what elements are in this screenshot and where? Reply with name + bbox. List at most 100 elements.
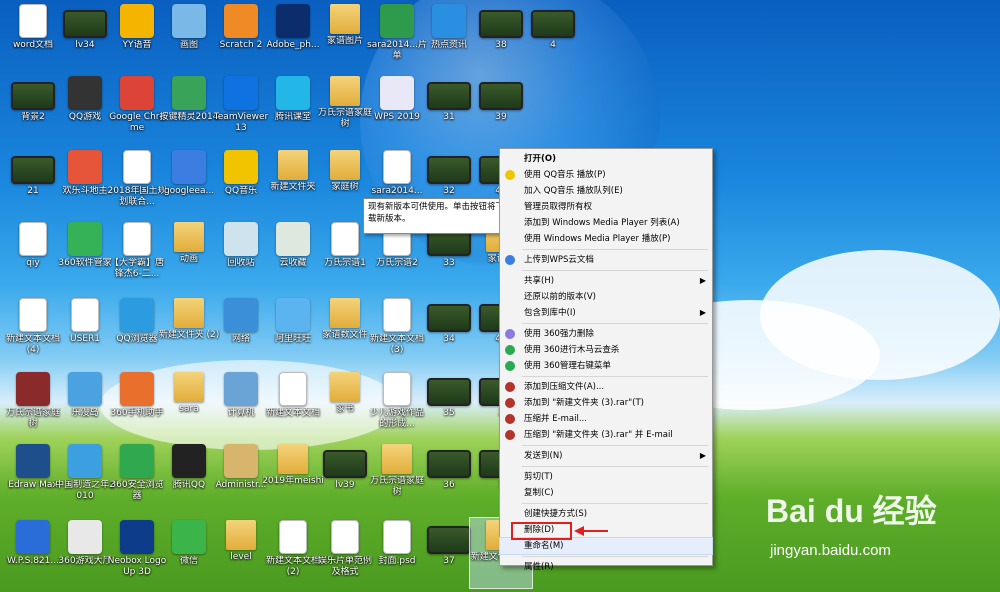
context-menu-item[interactable]: 使用 360强力删除: [500, 326, 712, 342]
menu-item-label: 上传到WPS云文档: [524, 255, 594, 265]
context-menu-item[interactable]: 添加到 Windows Media Player 列表(A): [500, 215, 712, 231]
context-menu-item[interactable]: 包含到库中(I) ▶: [500, 305, 712, 321]
document-icon: [19, 298, 47, 332]
menu-separator: [522, 323, 708, 324]
app-icon: [120, 4, 154, 38]
folder-icon: [330, 150, 360, 180]
folder-icon: [382, 444, 412, 474]
document-icon: [123, 150, 151, 184]
app-icon: [224, 150, 258, 184]
menu-item-label: 属性(R): [524, 562, 554, 572]
context-menu-item[interactable]: 属性(R): [500, 559, 712, 575]
app-icon: [68, 520, 102, 554]
menu-separator: [522, 503, 708, 504]
update-tooltip: 现有新版本可供使用。单击按钮将下载新版本。: [363, 198, 513, 234]
context-menu-item[interactable]: 发送到(N) ▶: [500, 448, 712, 464]
document-icon: [383, 150, 411, 184]
menu-item-label: 打开(O): [524, 154, 556, 164]
app-icon: [432, 4, 466, 38]
app-icon: [68, 150, 102, 184]
thumbnail-icon: [427, 526, 471, 554]
app-icon: [172, 150, 206, 184]
menu-item-label: 剪切(T): [524, 472, 553, 482]
thumbnail-icon: [427, 156, 471, 184]
menu-item-label: 使用 QQ音乐 播放(P): [524, 170, 606, 180]
thumbnail-icon: [479, 82, 523, 110]
folder-icon: [174, 372, 204, 402]
context-menu-item[interactable]: 压缩到 "新建文件夹 (3).rar" 并 E-mail: [500, 427, 712, 443]
context-menu-item[interactable]: 加入 QQ音乐 播放队列(E): [500, 183, 712, 199]
menu-item-label: 添加到压缩文件(A)...: [524, 382, 605, 392]
context-menu: 打开(O) 使用 QQ音乐 播放(P) 加入 QQ音乐 播放队列(E) 管理员取得所有…: [499, 148, 713, 572]
app-icon: [16, 444, 50, 478]
tooltip-text: 现有新版本可供使用。单击按钮将下载新版本。: [368, 202, 505, 224]
app-icon: [68, 372, 102, 406]
menu-item-icon: [505, 430, 515, 440]
context-menu-item[interactable]: 剪切(T): [500, 469, 712, 485]
app-icon: [120, 298, 154, 332]
menu-item-label: 加入 QQ音乐 播放队列(E): [524, 186, 623, 196]
folder-icon: [330, 372, 360, 402]
desktop-icon[interactable]: 4: [522, 2, 584, 72]
menu-item-label: 压缩到 "新建文件夹 (3).rar" 并 E-mail: [524, 430, 673, 440]
menu-item-label: 发送到(N): [524, 451, 563, 461]
wallpaper-cloud: [760, 250, 1000, 380]
menu-separator: [522, 556, 708, 557]
menu-item-label: 复制(C): [524, 488, 554, 498]
context-menu-item[interactable]: 共享(H) ▶: [500, 273, 712, 289]
menu-item-label: 添加到 "新建文件夹 (3).rar"(T): [524, 398, 644, 408]
desktop-icon-label: 39: [495, 112, 507, 122]
app-icon: [172, 76, 206, 110]
context-menu-item[interactable]: 复制(C): [500, 485, 712, 501]
watermark-url: jingyan.baidu.com: [770, 542, 891, 559]
app-icon: [276, 222, 310, 256]
submenu-arrow-icon: ▶: [699, 308, 706, 317]
thumbnail-icon: [479, 10, 523, 38]
context-menu-item[interactable]: 添加到压缩文件(A)...: [500, 379, 712, 395]
folder-icon: [330, 4, 360, 34]
thumbnail-icon: [427, 450, 471, 478]
thumbnail-icon: [427, 304, 471, 332]
thumbnail-icon: [11, 156, 55, 184]
red-arrow-icon: [574, 526, 608, 536]
menu-item-label: 共享(H): [524, 276, 555, 286]
document-icon: [279, 372, 307, 406]
app-icon: [172, 4, 206, 38]
submenu-arrow-icon: ▶: [699, 451, 706, 460]
menu-separator: [522, 376, 708, 377]
context-menu-item[interactable]: 使用 360管理右键菜单: [500, 358, 712, 374]
app-icon: [224, 222, 258, 256]
context-menu-item[interactable]: 管理员取得所有权: [500, 199, 712, 215]
menu-item-label: 包含到库中(I): [524, 308, 576, 318]
menu-item-label: 压缩并 E-mail...: [524, 414, 587, 424]
folder-icon: [278, 444, 308, 474]
document-icon: [71, 298, 99, 332]
app-icon: [120, 520, 154, 554]
context-menu-item[interactable]: 使用 Windows Media Player 播放(P): [500, 231, 712, 247]
context-menu-item[interactable]: 上传到WPS云文档: [500, 252, 712, 268]
app-icon: [68, 76, 102, 110]
context-menu-item[interactable]: 打开(O): [500, 151, 712, 167]
document-icon: [331, 222, 359, 256]
app-icon: [68, 222, 102, 256]
document-icon: [19, 4, 47, 38]
context-menu-item[interactable]: 添加到 "新建文件夹 (3).rar"(T): [500, 395, 712, 411]
context-menu-item[interactable]: 使用 QQ音乐 播放(P): [500, 167, 712, 183]
menu-item-label: 管理员取得所有权: [524, 202, 593, 212]
baidu-jingyan-watermark: Bai du 经验 jingyan.baidu.com: [760, 484, 1000, 564]
context-menu-item[interactable]: 还原以前的版本(V): [500, 289, 712, 305]
app-icon: [224, 4, 258, 38]
document-icon: [383, 520, 411, 554]
menu-item-label: 创建快捷方式(S): [524, 509, 588, 519]
app-icon: [224, 298, 258, 332]
context-menu-item[interactable]: 使用 360进行木马云查杀: [500, 342, 712, 358]
menu-item-label: 添加到 Windows Media Player 列表(A): [524, 218, 680, 228]
context-menu-item[interactable]: 创建快捷方式(S): [500, 506, 712, 522]
desktop-icon-label: 4: [550, 40, 556, 50]
app-icon: [68, 444, 102, 478]
desktop-icon[interactable]: 39: [470, 74, 532, 144]
menu-item-icon: [505, 382, 515, 392]
context-menu-item[interactable]: 重命名(M): [499, 537, 713, 555]
thumbnail-icon: [63, 10, 107, 38]
context-menu-item[interactable]: 压缩并 E-mail...: [500, 411, 712, 427]
